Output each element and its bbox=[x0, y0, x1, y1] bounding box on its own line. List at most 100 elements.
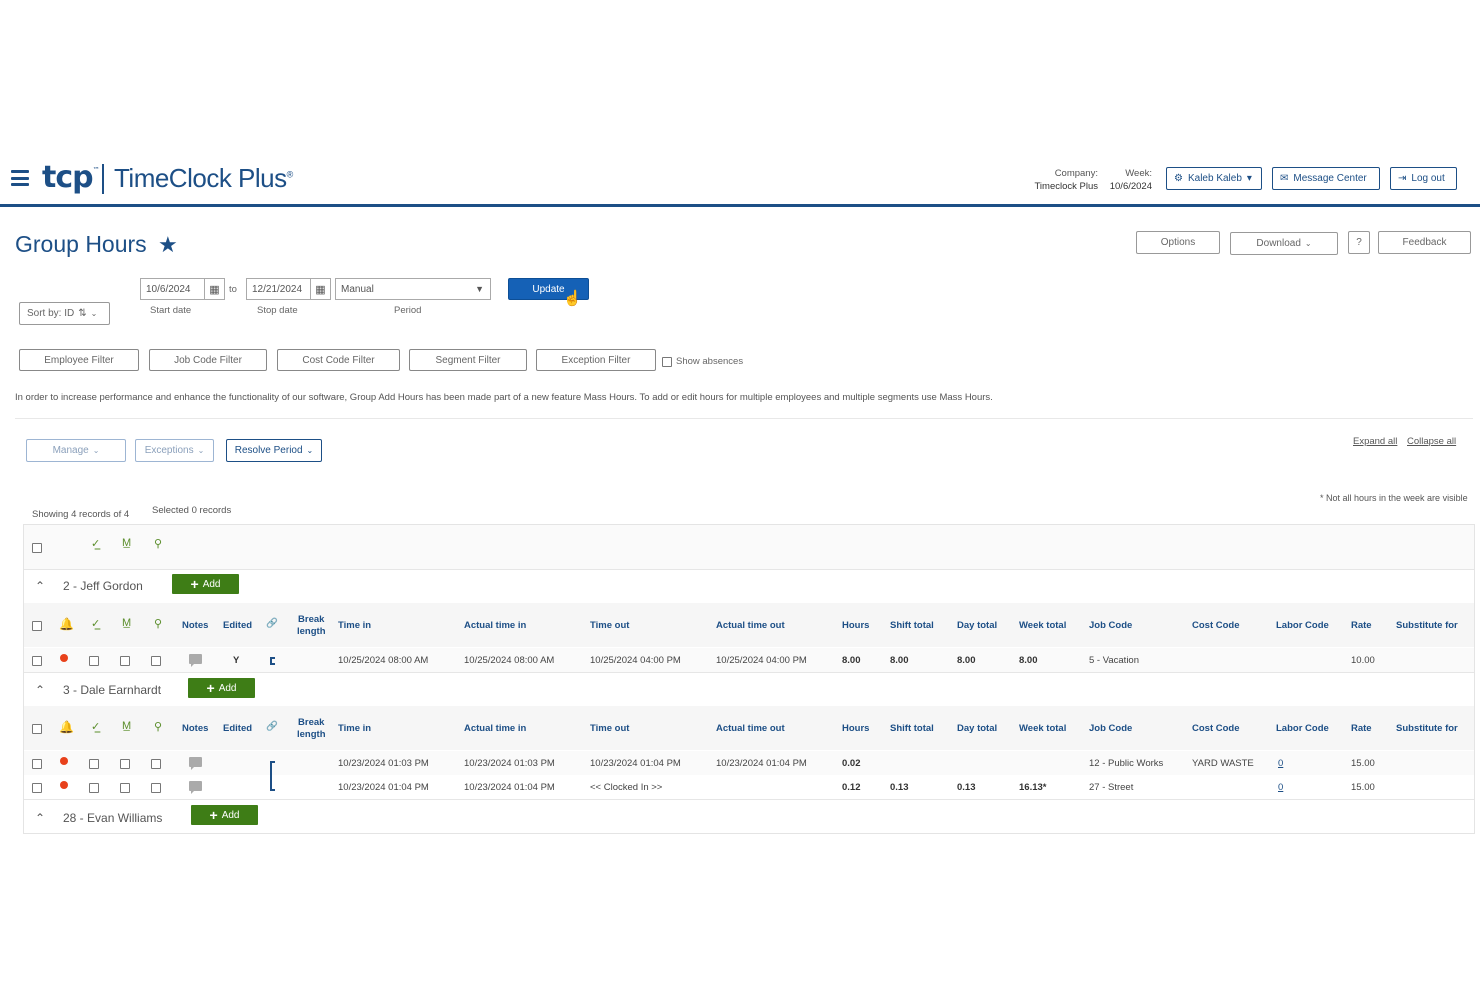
col-edited[interactable]: Edited bbox=[223, 620, 252, 632]
notes-icon[interactable] bbox=[189, 654, 202, 667]
approve-checkbox[interactable] bbox=[89, 656, 99, 666]
time-in-value[interactable]: 10/23/2024 01:03 PM bbox=[338, 758, 429, 769]
logout-button[interactable]: ⇥ Log out bbox=[1390, 167, 1457, 190]
user-menu-button[interactable]: ⚙ Kaleb Kaleb ▾ bbox=[1166, 167, 1262, 190]
col-shift-total[interactable]: Shift total bbox=[890, 723, 934, 735]
approve-checkbox[interactable] bbox=[89, 759, 99, 769]
job-code-value[interactable]: 27 - Street bbox=[1089, 782, 1133, 793]
job-code-value[interactable]: 12 - Public Works bbox=[1089, 758, 1163, 769]
add-hours-button[interactable]: + Add bbox=[172, 574, 239, 594]
col-hours[interactable]: Hours bbox=[842, 723, 869, 735]
table-row[interactable]: Y 10/25/2024 08:00 AM 10/25/2024 08:00 A… bbox=[24, 648, 1474, 672]
labor-code-link[interactable]: 0 bbox=[1278, 758, 1283, 769]
notes-icon[interactable] bbox=[189, 781, 202, 794]
job-code-filter-button[interactable]: Job Code Filter bbox=[149, 349, 267, 371]
time-out-value[interactable]: << Clocked In >> bbox=[590, 782, 662, 793]
col-labor-code[interactable]: Labor Code bbox=[1276, 723, 1329, 735]
select-group-checkbox[interactable] bbox=[32, 621, 42, 631]
options-button[interactable]: Options bbox=[1136, 231, 1220, 254]
sort-button[interactable]: Sort by: ID ⇅ ⌄ bbox=[19, 302, 110, 325]
logo-divider bbox=[102, 164, 104, 194]
col-job-code[interactable]: Job Code bbox=[1089, 620, 1132, 632]
manager-approve-checkbox[interactable] bbox=[120, 783, 130, 793]
manager-approve-checkbox[interactable] bbox=[120, 656, 130, 666]
exceptions-button[interactable]: Exceptions ⌄ bbox=[135, 439, 214, 462]
feedback-button[interactable]: Feedback bbox=[1378, 231, 1471, 254]
col-notes[interactable]: Notes bbox=[182, 723, 208, 735]
time-out-value[interactable]: 10/23/2024 01:04 PM bbox=[590, 758, 681, 769]
row-checkbox[interactable] bbox=[32, 759, 42, 769]
col-time-in[interactable]: Time in bbox=[338, 723, 371, 735]
col-job-code[interactable]: Job Code bbox=[1089, 723, 1132, 735]
col-time-in[interactable]: Time in bbox=[338, 620, 371, 632]
col-actual-time-out[interactable]: Actual time out bbox=[716, 620, 785, 632]
row-checkbox[interactable] bbox=[32, 783, 42, 793]
employee-filter-button[interactable]: Employee Filter bbox=[19, 349, 139, 371]
favorite-star-icon[interactable]: ★ bbox=[158, 232, 178, 258]
time-in-value[interactable]: 10/23/2024 01:04 PM bbox=[338, 782, 429, 793]
col-day-total[interactable]: Day total bbox=[957, 620, 997, 632]
col-rate[interactable]: Rate bbox=[1351, 723, 1372, 735]
resolve-period-button[interactable]: Resolve Period ⌄ bbox=[226, 439, 322, 462]
col-break-length[interactable]: Break length bbox=[297, 614, 326, 638]
col-actual-time-in[interactable]: Actual time in bbox=[464, 723, 526, 735]
col-rate[interactable]: Rate bbox=[1351, 620, 1372, 632]
job-code-value[interactable]: 5 - Vacation bbox=[1089, 655, 1139, 666]
col-notes[interactable]: Notes bbox=[182, 620, 208, 632]
cost-code-filter-button[interactable]: Cost Code Filter bbox=[277, 349, 400, 371]
select-group-checkbox[interactable] bbox=[32, 724, 42, 734]
table-row[interactable]: 10/23/2024 01:03 PM 10/23/2024 01:03 PM … bbox=[24, 751, 1474, 775]
row-checkbox[interactable] bbox=[32, 656, 42, 666]
group-title: 2 - Jeff Gordon bbox=[63, 579, 143, 593]
col-cost-code[interactable]: Cost Code bbox=[1192, 723, 1240, 735]
col-week-total[interactable]: Week total bbox=[1019, 620, 1066, 632]
expand-all-link[interactable]: Expand all bbox=[1353, 436, 1397, 447]
col-actual-time-in[interactable]: Actual time in bbox=[464, 620, 526, 632]
calendar-icon[interactable]: ▦ bbox=[204, 279, 224, 299]
col-day-total[interactable]: Day total bbox=[957, 723, 997, 735]
labor-code-link[interactable]: 0 bbox=[1278, 782, 1283, 793]
chevron-up-icon[interactable]: ⌃ bbox=[35, 683, 45, 697]
notes-icon[interactable] bbox=[189, 757, 202, 770]
chevron-up-icon[interactable]: ⌃ bbox=[35, 579, 45, 593]
verify-checkbox[interactable] bbox=[151, 783, 161, 793]
col-cost-code[interactable]: Cost Code bbox=[1192, 620, 1240, 632]
add-hours-button[interactable]: + Add bbox=[188, 678, 255, 698]
manager-approve-checkbox[interactable] bbox=[120, 759, 130, 769]
message-center-button[interactable]: ✉ Message Center bbox=[1272, 167, 1380, 190]
col-time-out[interactable]: Time out bbox=[590, 620, 629, 632]
col-time-out[interactable]: Time out bbox=[590, 723, 629, 735]
period-select[interactable]: Manual ▼ bbox=[335, 278, 491, 300]
table-row[interactable]: 10/23/2024 01:04 PM 10/23/2024 01:04 PM … bbox=[24, 775, 1474, 799]
collapse-all-link[interactable]: Collapse all bbox=[1407, 436, 1456, 447]
hamburger-menu-icon[interactable] bbox=[11, 170, 29, 186]
manage-button[interactable]: Manage ⌄ bbox=[26, 439, 126, 462]
show-absences-checkbox[interactable] bbox=[662, 356, 672, 367]
download-button[interactable]: Download ⌄ bbox=[1230, 232, 1338, 255]
col-substitute-for[interactable]: Substitute for bbox=[1396, 723, 1458, 735]
verify-checkbox[interactable] bbox=[151, 759, 161, 769]
col-edited[interactable]: Edited bbox=[223, 723, 252, 735]
col-substitute-for[interactable]: Substitute for bbox=[1396, 620, 1458, 632]
col-actual-time-out[interactable]: Actual time out bbox=[716, 723, 785, 735]
chevron-up-icon[interactable]: ⌃ bbox=[35, 811, 45, 825]
exception-filter-button[interactable]: Exception Filter bbox=[536, 349, 656, 371]
add-hours-button[interactable]: + Add bbox=[191, 805, 258, 825]
segment-filter-button[interactable]: Segment Filter bbox=[409, 349, 527, 371]
show-absences-toggle[interactable]: Show absences bbox=[662, 356, 743, 367]
col-shift-total[interactable]: Shift total bbox=[890, 620, 934, 632]
time-out-value[interactable]: 10/25/2024 04:00 PM bbox=[590, 655, 681, 666]
col-break-length[interactable]: Break length bbox=[297, 717, 326, 741]
col-week-total[interactable]: Week total bbox=[1019, 723, 1066, 735]
start-date-input[interactable]: 10/6/2024 ▦ bbox=[140, 278, 225, 300]
calendar-icon[interactable]: ▦ bbox=[310, 279, 330, 299]
cost-code-value[interactable]: YARD WASTE bbox=[1192, 758, 1254, 769]
col-labor-code[interactable]: Labor Code bbox=[1276, 620, 1329, 632]
stop-date-input[interactable]: 12/21/2024 ▦ bbox=[246, 278, 331, 300]
help-button[interactable]: ? bbox=[1348, 231, 1370, 254]
select-all-checkbox[interactable] bbox=[32, 543, 42, 553]
approve-checkbox[interactable] bbox=[89, 783, 99, 793]
time-in-value[interactable]: 10/25/2024 08:00 AM bbox=[338, 655, 428, 666]
verify-checkbox[interactable] bbox=[151, 656, 161, 666]
col-hours[interactable]: Hours bbox=[842, 620, 869, 632]
